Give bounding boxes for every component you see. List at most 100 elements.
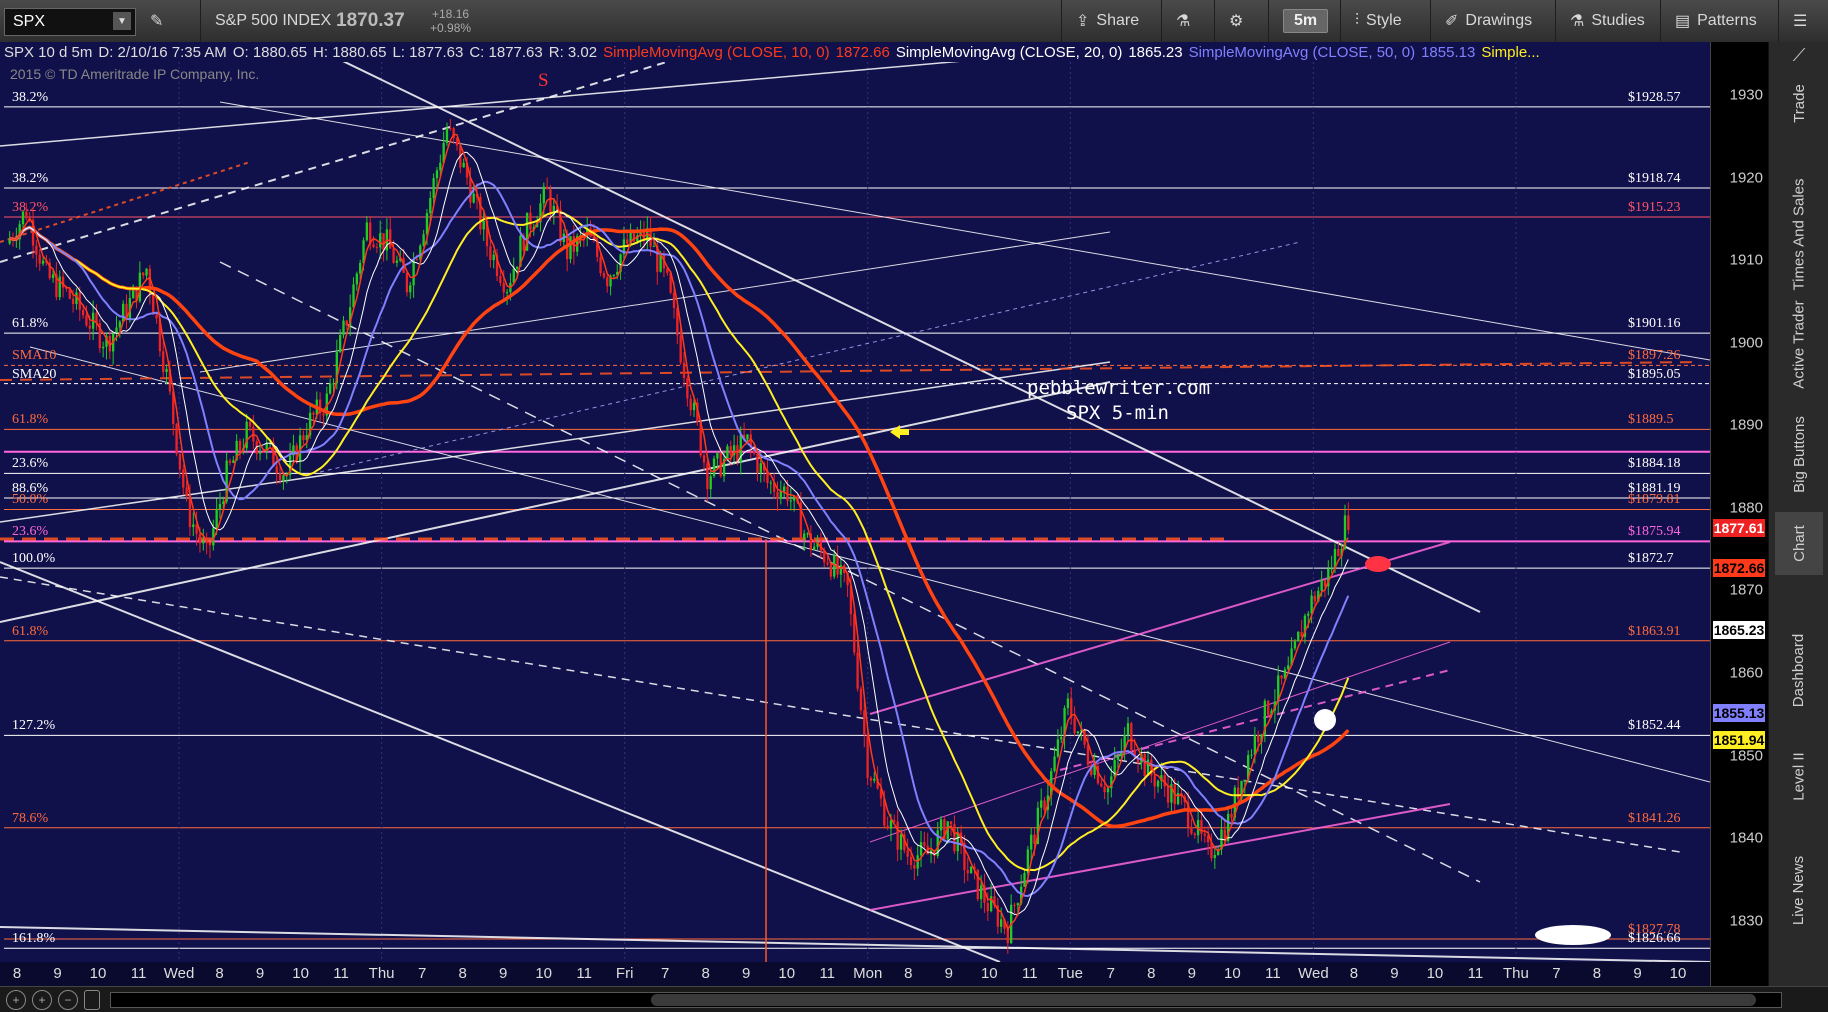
price-tag: 1872.66 (1713, 559, 1765, 578)
candle-body (1166, 786, 1170, 803)
yellow-arrow-icon (890, 425, 909, 439)
candle-body (338, 334, 342, 352)
candle-body (1267, 700, 1270, 716)
style-button[interactable]: ⫶ Style (1340, 0, 1416, 42)
sidebar-tab-chart[interactable]: Chart (1775, 512, 1823, 575)
candle-body (162, 351, 165, 373)
sidebar-tab-label: Active Trader (1790, 300, 1808, 389)
symbol-input[interactable]: SPX ▼ (4, 8, 136, 36)
red-dot-marker (1365, 556, 1391, 572)
study-legend: SPX 10 d 5m D: 2/10/16 7:35 AM O: 1880.6… (4, 42, 1546, 62)
candle-body (1016, 903, 1020, 906)
candle-body (1310, 595, 1313, 614)
studies-button[interactable]: ⚗ Studies (1555, 0, 1659, 42)
candle-body (328, 383, 332, 394)
price-axis[interactable]: 1830 1840 1850 1860 1870 1880 1890 1900 1910 1920… (1710, 42, 1769, 988)
sma20-label[interactable]: SimpleMovingAvg (CLOSE, 20, 0) (896, 44, 1123, 61)
sma-20-line (9, 151, 1349, 915)
scrollbar-thumb[interactable] (651, 994, 1756, 1006)
timeframe-button[interactable]: 5m (1268, 0, 1342, 42)
candle-body (41, 260, 45, 264)
time-tick-label: 11 (130, 965, 147, 982)
candle-body (836, 555, 839, 575)
sma10-value: 1872.66 (835, 43, 890, 61)
crosshair-icon[interactable]: ⟋ (1769, 42, 1828, 68)
candle-body (1116, 755, 1120, 760)
candle-body (185, 487, 188, 497)
sma50-value: 1855.13 (1421, 43, 1476, 61)
share-button[interactable]: ⇪ Share (1061, 0, 1153, 42)
candle-body (813, 546, 816, 550)
candle-body (85, 315, 88, 326)
candle-body (1307, 613, 1310, 616)
menu-button[interactable]: ☰ (1778, 0, 1821, 42)
candle-body (175, 423, 178, 454)
candle-body (1103, 786, 1106, 793)
candle-body (439, 162, 442, 171)
candle-body (165, 368, 168, 373)
time-tick-label: 11 (576, 965, 592, 982)
level-price-label: $1863.91 (1628, 623, 1681, 639)
candle-body (469, 177, 472, 203)
candle-body (746, 434, 749, 440)
candle-body (275, 466, 278, 474)
candle-body (549, 189, 552, 215)
bar-open: O: 1880.65 (232, 43, 308, 61)
candle-body (1056, 739, 1060, 757)
chevron-down-icon[interactable]: ▼ (113, 12, 131, 30)
candle-body (1043, 800, 1046, 810)
sidebar-tab-active-trader[interactable]: Active Trader (1775, 292, 1823, 397)
candle-body (302, 435, 305, 441)
sidebar-tab-big-buttons[interactable]: Big Buttons (1775, 402, 1823, 507)
candle-body (1347, 515, 1350, 530)
sma10-label[interactable]: SimpleMovingAvg (CLOSE, 10, 0) (603, 44, 830, 61)
patterns-button[interactable]: ▤ Patterns (1660, 0, 1771, 42)
pencil-icon[interactable]: ✎ (150, 0, 163, 42)
price-change: +18.16 (432, 7, 470, 21)
zoom-out-icon[interactable]: − (58, 990, 78, 1010)
candle-body (502, 283, 505, 293)
candle-body (115, 327, 118, 334)
price-tick-label: 1870 (1729, 581, 1763, 599)
price-tick-label: 1860 (1729, 664, 1763, 682)
watermark-line2: SPX 5-min (1066, 402, 1169, 424)
candle-body (1040, 800, 1043, 808)
zoom-in-icon[interactable]: + (32, 990, 52, 1010)
sidebar-tab-live-news[interactable]: Live News (1775, 842, 1823, 939)
trendline (29, 346, 1710, 783)
bar-date: D: 2/10/16 7:35 AM (98, 43, 227, 61)
sidebar-tab-times-and-sales[interactable]: Times And Sales (1775, 179, 1823, 291)
price-tag: 1855.13 (1713, 704, 1765, 723)
chart-scrollbar[interactable] (110, 992, 1782, 1008)
candle-body (1106, 788, 1110, 793)
sidebar-tab-level-ii[interactable]: Level II (1775, 732, 1823, 820)
drawings-button[interactable]: ✐ Drawings (1430, 0, 1546, 42)
time-tick-label: 8 (701, 965, 710, 982)
candle-body (869, 778, 873, 781)
sidebar-tab-trade[interactable]: Trade (1775, 72, 1823, 135)
candle-body (1130, 723, 1133, 750)
sma50-label[interactable]: SimpleMovingAvg (CLOSE, 50, 0) (1189, 44, 1416, 61)
zoom-in-icon[interactable]: + (6, 990, 26, 1010)
zoom-fit-icon[interactable] (84, 990, 100, 1010)
time-tick-label: 9 (498, 965, 508, 982)
candle-body (155, 314, 158, 319)
time-tick-label: Mon (853, 965, 883, 982)
candle-body (142, 272, 145, 276)
level-fib-label: 23.6% (12, 524, 49, 540)
flask-button[interactable]: ⚗ (1161, 0, 1204, 42)
candle-body (372, 244, 375, 247)
time-tick-label: 9 (255, 965, 265, 982)
watermark-line1: pebblewriter.com (1027, 377, 1211, 399)
time-tick-label: 8 (1147, 965, 1156, 982)
candle-body (866, 734, 869, 779)
level-fib-label: SMA20 (12, 366, 57, 382)
bar-low: L: 1877.63 (392, 43, 464, 61)
sidebar-tab-label: Big Buttons (1790, 416, 1808, 493)
candle-body (726, 446, 729, 459)
candle-body (889, 820, 893, 829)
more-studies[interactable]: Simple... (1481, 44, 1539, 61)
price-chart[interactable]: SPX 10 d 5m D: 2/10/16 7:35 AM O: 1880.6… (0, 42, 1710, 988)
sidebar-tab-dashboard[interactable]: Dashboard (1775, 622, 1823, 719)
settings-button[interactable]: ⚙ (1214, 0, 1257, 42)
